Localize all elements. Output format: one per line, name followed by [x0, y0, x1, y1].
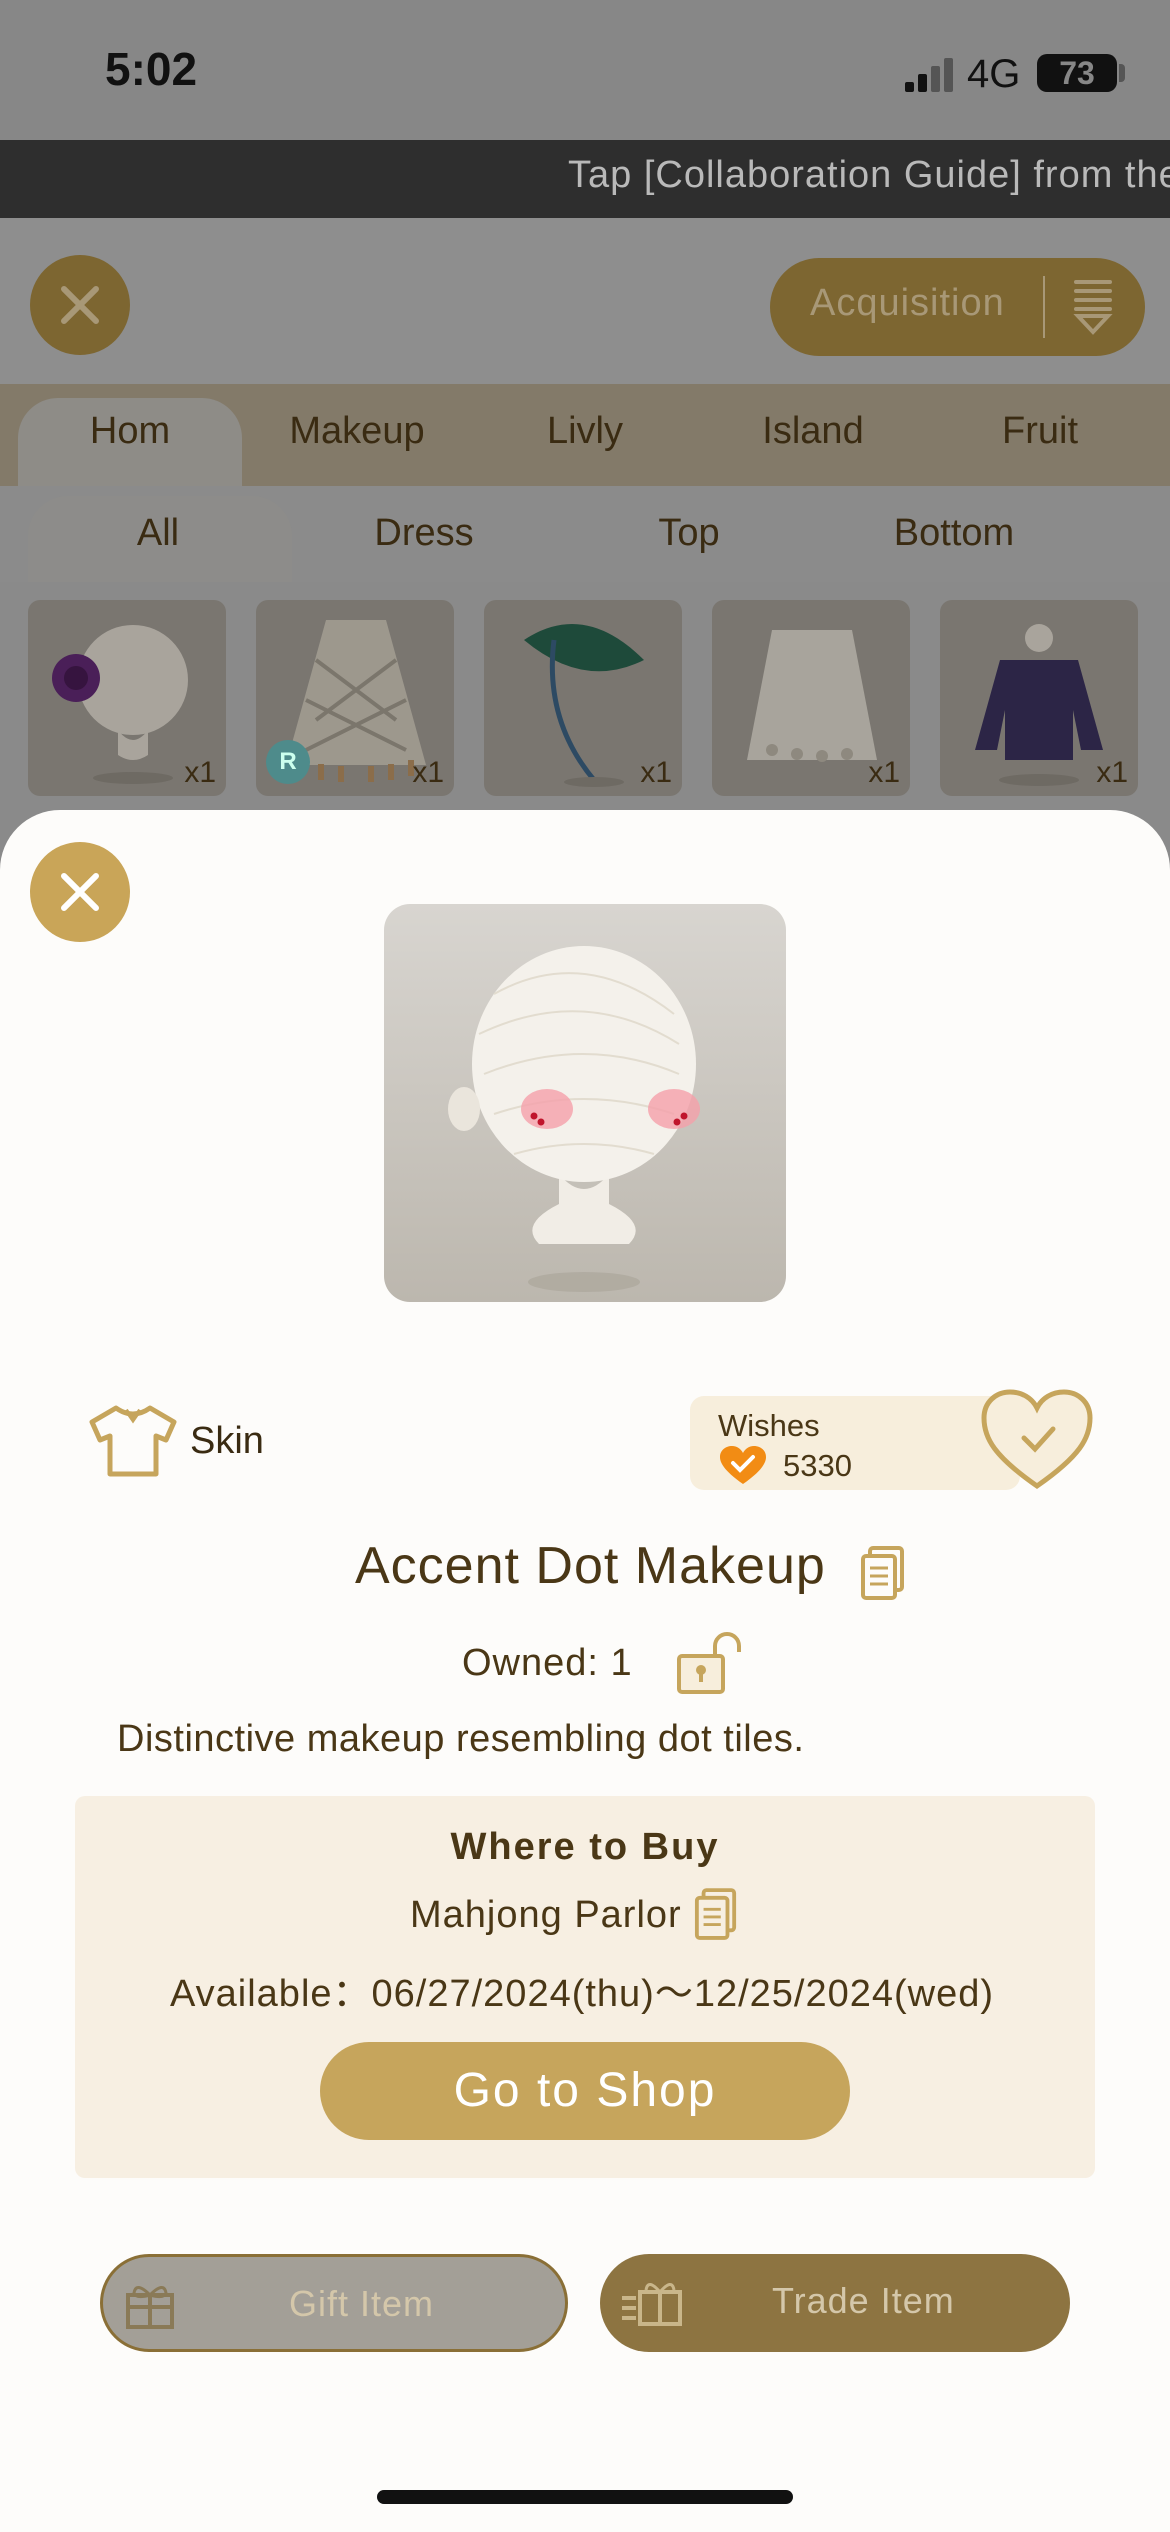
news-ticker[interactable]: Tap [Collaboration Guide] from the	[0, 140, 1170, 218]
shop-name: Mahjong Parlor	[410, 1894, 682, 1936]
home-indicator[interactable]	[377, 2490, 793, 2504]
item-category: Skin	[190, 1420, 264, 1462]
gift-icon	[126, 2286, 174, 2329]
status-time: 5:02	[105, 43, 198, 95]
item-thumb[interactable]: R x1	[256, 600, 454, 796]
item-qty: x1	[412, 756, 444, 789]
item-thumb[interactable]: x1	[712, 600, 910, 796]
trade-item-button[interactable]: Trade Item	[600, 2254, 1070, 2352]
tab-livly[interactable]: Livly	[485, 410, 685, 453]
close-icon	[61, 286, 99, 324]
item-qty: x1	[1096, 756, 1128, 789]
close-icon	[61, 873, 99, 911]
tab-fruit[interactable]: Fruit	[940, 410, 1140, 453]
trade-item-label: Trade Item	[772, 2280, 955, 2321]
gift-item-label: Gift Item	[289, 2283, 435, 2324]
availability-dates: Available：06/27/2024(thu)～12/25/2024(wed…	[170, 1973, 995, 2015]
item-name: Accent Dot Makeup	[355, 1537, 826, 1595]
subtab-bottom[interactable]: Bottom	[854, 512, 1054, 555]
signal-icon	[905, 58, 953, 92]
tab-island[interactable]: Island	[713, 410, 913, 453]
wishes-label: Wishes	[718, 1408, 820, 1443]
acquisition-divider	[1043, 276, 1045, 338]
owned-count: Owned: 1	[462, 1642, 633, 1684]
item-thumb[interactable]: x1	[940, 600, 1138, 796]
trade-gift-icon	[622, 2283, 682, 2326]
rarity-badge: R	[266, 740, 310, 784]
tab-home[interactable]: Hom	[30, 410, 230, 453]
document-icon[interactable]	[694, 1888, 738, 1942]
subtab-top[interactable]: Top	[589, 512, 789, 555]
where-to-buy-title: Where to Buy	[450, 1826, 720, 1868]
subtab-all[interactable]: All	[58, 512, 258, 555]
item-thumb[interactable]: x1	[484, 600, 682, 796]
close-button[interactable]	[30, 842, 130, 942]
item-qty: x1	[640, 756, 672, 789]
heart-check-icon	[720, 1446, 766, 1484]
gift-item-button[interactable]: Gift Item	[100, 2254, 568, 2352]
battery-icon: 73	[1037, 54, 1117, 92]
acquisition-label: Acquisition	[810, 282, 1005, 324]
wish-heart-icon[interactable]	[980, 1388, 1094, 1492]
item-preview	[384, 904, 786, 1302]
go-to-shop-button[interactable]: Go to Shop	[320, 2042, 850, 2140]
ticker-text: Tap [Collaboration Guide] from the	[568, 154, 1170, 196]
tab-makeup[interactable]: Makeup	[257, 410, 457, 453]
item-qty: x1	[868, 756, 900, 789]
item-thumb[interactable]: x1	[28, 600, 226, 796]
item-qty: x1	[184, 756, 216, 789]
item-description: Distinctive makeup resembling dot tiles.	[117, 1718, 805, 1760]
subtab-dress[interactable]: Dress	[324, 512, 524, 555]
close-button-background[interactable]	[30, 255, 130, 355]
document-icon[interactable]	[860, 1546, 906, 1602]
unlock-icon[interactable]	[675, 1630, 743, 1696]
network-label: 4G	[967, 52, 1021, 96]
battery-tip	[1119, 64, 1125, 82]
wishes-count: 5330	[783, 1448, 852, 1483]
sort-filter-icon[interactable]	[1070, 278, 1116, 336]
shirt-icon	[89, 1405, 177, 1477]
makeup-head-icon	[448, 946, 700, 1292]
